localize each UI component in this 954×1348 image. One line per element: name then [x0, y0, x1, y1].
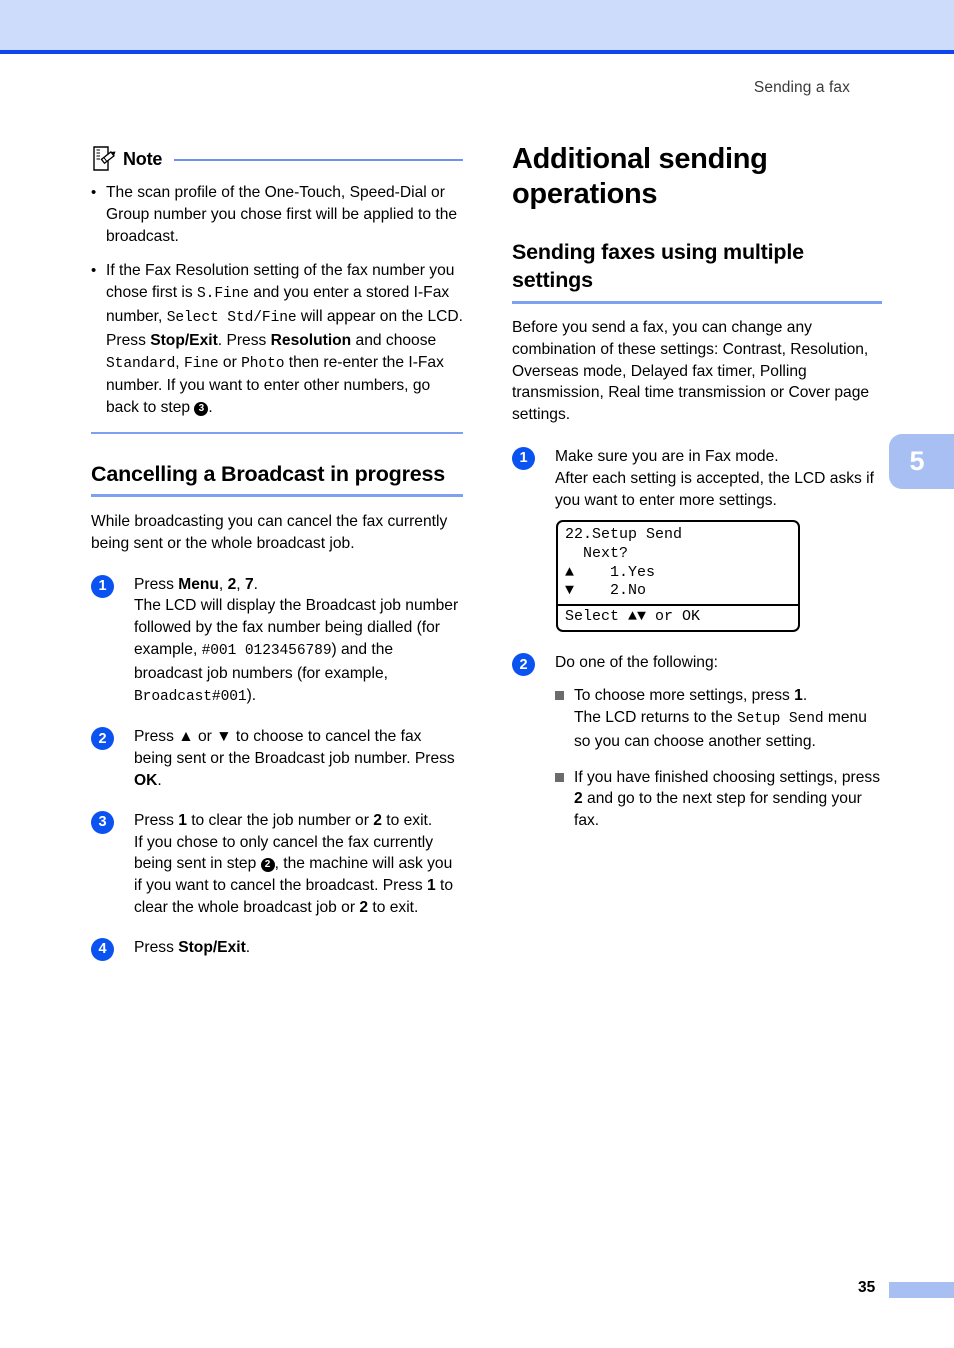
step-reference-badge: 3 — [194, 402, 209, 417]
step-reference-badge: 2 — [260, 858, 275, 873]
step-item: 4 Press Stop/Exit. — [91, 937, 463, 961]
lcd-literal-text: Setup Send — [736, 710, 824, 727]
lcd-line: ▲ 1.Yes — [565, 563, 656, 581]
note-item: • The scan profile of the One-Touch, Spe… — [91, 182, 463, 247]
key-name-text: 2 — [227, 575, 237, 593]
step-item: 3 Press 1 to clear the job number or 2 t… — [91, 810, 463, 919]
section-heading-rule — [512, 301, 882, 304]
step-text: Press Menu, 2, 7. The LCD will display th… — [134, 575, 459, 705]
lcd-literal-text: Broadcast#001 — [134, 688, 247, 705]
header-rule — [0, 50, 954, 54]
step-number-badge: 4 — [91, 937, 114, 961]
step-number-badge: 1 — [512, 446, 535, 470]
running-head: Sending a fax — [753, 79, 850, 96]
bullet-icon: • — [91, 262, 97, 280]
step-text: Make sure you are in Fax mode. After eac… — [555, 447, 874, 509]
step-text: Do one of the following: To choose more … — [555, 652, 882, 832]
lcd-line: Next? — [565, 544, 629, 562]
header-band — [0, 0, 954, 50]
key-name-text: 7 — [244, 575, 254, 593]
note-end-rule — [91, 431, 463, 434]
lcd-literal-text: #001 0123456789 — [201, 642, 332, 659]
footer-accent-block — [889, 1282, 954, 1298]
section-intro-paragraph: Before you send a fax, you can change an… — [512, 319, 870, 424]
sub-bullet-text: If you have finished choosing settings, … — [574, 768, 880, 830]
step-number-badge: 2 — [512, 653, 535, 677]
lcd-literal-text: Fine — [183, 355, 219, 372]
step-item: 2 Do one of the following: To choose mor… — [512, 652, 882, 832]
step-item: 2 Press ▲ or ▼ to choose to cancel the f… — [91, 726, 463, 791]
sub-bullet-item: To choose more settings, press 1. The LCD… — [555, 685, 882, 752]
step-item: 1 Press Menu, 2, 7. The LCD will display … — [91, 574, 463, 709]
step-item: 1 Make sure you are in Fax mode. After e… — [512, 446, 882, 511]
sub-bullet-item: If you have finished choosing settings, … — [555, 767, 882, 832]
step-text: Press 1 to clear the job number or 2 to … — [134, 811, 454, 916]
key-name-text: Resolution — [270, 331, 352, 349]
key-name-text: 1 — [794, 687, 803, 705]
sub-bullet-text: To choose more settings, press 1. The LCD… — [574, 687, 867, 750]
key-name-text: 2 — [373, 811, 382, 829]
note-header-rule — [174, 159, 463, 161]
lcd-screen: 22.Setup Send Next? ▲ 1.Yes ▼ 2.No Selec… — [556, 520, 800, 633]
lcd-main-lines: 22.Setup Send Next? ▲ 1.Yes ▼ 2.No — [558, 522, 798, 606]
note-pencil-icon — [91, 146, 119, 172]
key-name-text: Stop/Exit — [178, 938, 246, 956]
key-name-text: Menu — [178, 575, 219, 593]
key-name-text: OK — [134, 771, 158, 789]
chapter-tab: 5 — [889, 434, 954, 489]
step-text-intro: Do one of the following: — [555, 654, 718, 672]
page-title: Additional sending operations — [512, 143, 768, 210]
note-title: Note — [123, 148, 163, 169]
section-heading-multiple-settings: Sending faxes using multiple settings — [512, 240, 804, 292]
section-heading-rule — [91, 493, 463, 497]
chapter-tab-number: 5 — [909, 446, 925, 476]
lcd-status-line: Select ▲▼ or OK — [565, 607, 701, 625]
lcd-literal-text: Select Std/Fine — [166, 309, 297, 326]
page-number: 35 — [858, 1279, 876, 1296]
key-name-text: 1 — [426, 877, 436, 895]
step-number-badge: 1 — [91, 574, 114, 598]
right-column: Additional sending operations Sending fa… — [512, 142, 882, 832]
lcd-line: 22.Setup Send — [565, 526, 683, 544]
step-text: Press Stop/Exit. — [134, 938, 251, 956]
key-name-text: Stop/Exit — [150, 331, 218, 349]
square-bullet-icon — [555, 691, 564, 701]
bullet-icon: • — [91, 184, 97, 201]
lcd-line: ▼ 2.No — [565, 582, 647, 600]
key-name-text: 2 — [574, 790, 583, 808]
step-number-badge: 2 — [91, 727, 114, 751]
step-text: Press ▲ or ▼ to choose to cancel the fax… — [134, 728, 455, 789]
note-body: • The scan profile of the One-Touch, Spe… — [91, 182, 463, 419]
section-intro-paragraph: While broadcasting you can cancel the fa… — [91, 512, 448, 552]
key-name-text: 2 — [359, 898, 369, 916]
note-header: Note — [91, 145, 463, 173]
square-bullet-icon — [555, 772, 564, 782]
key-name-text: 1 — [178, 811, 187, 829]
lcd-literal-text: Standard — [106, 355, 176, 372]
note-item-text: The scan profile of the One-Touch, Speed… — [106, 184, 458, 245]
note-item: • If the Fax Resolution setting of the f… — [91, 260, 463, 419]
lcd-literal-text: Photo — [241, 355, 285, 372]
left-column: Note • The scan profile of the One-Touch… — [91, 145, 463, 977]
section-heading-cancelling: Cancelling a Broadcast in progress — [91, 461, 446, 486]
note-item-text: If the Fax Resolution setting of the fax… — [106, 262, 463, 417]
step-number-badge: 3 — [91, 810, 114, 834]
lcd-literal-text: S.Fine — [197, 286, 249, 303]
